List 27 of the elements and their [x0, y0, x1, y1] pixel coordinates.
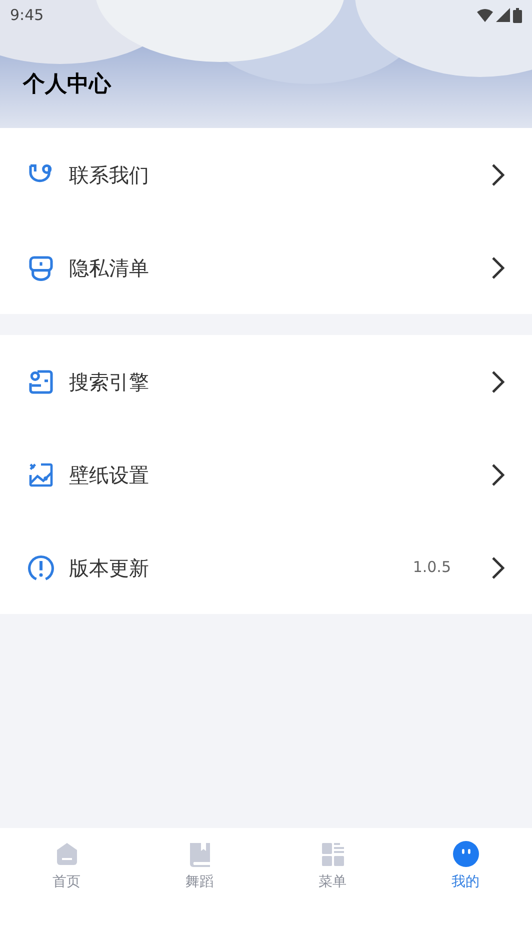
exclamation-circle-icon	[27, 554, 55, 582]
menu-label: 搜索引擎	[69, 368, 150, 396]
chevron-right-icon	[491, 556, 505, 580]
chevron-right-icon	[491, 162, 505, 186]
status-time: 9:45	[10, 4, 44, 26]
menu-item[interactable]: 隐私清单	[0, 221, 532, 314]
menu-item[interactable]: 壁纸设置	[0, 428, 532, 521]
chevron-right-icon	[491, 462, 505, 486]
chevron-right-icon	[491, 370, 505, 394]
menu-label: 壁纸设置	[69, 462, 150, 488]
menu-label: 联系我们	[69, 162, 150, 188]
chevron-right-icon	[491, 256, 505, 280]
nav-tab[interactable]: 我的	[399, 840, 532, 900]
picture-frame-icon	[27, 460, 55, 488]
shield-icon	[27, 254, 55, 282]
signal-icon	[496, 8, 510, 22]
menu-label: 版本更新	[69, 554, 150, 582]
page-title: 个人中心	[23, 74, 112, 96]
menu-item[interactable]: 联系我们	[0, 128, 532, 221]
smiley-face-icon	[452, 840, 480, 868]
menu-label: 隐私清单	[69, 254, 150, 282]
wifi-icon	[477, 8, 493, 22]
menu-item[interactable]: 版本更新 1.0.5	[0, 521, 532, 614]
battery-icon	[513, 8, 522, 22]
menu-item[interactable]: 搜索引擎	[0, 335, 532, 428]
face-card-icon	[27, 368, 55, 396]
version-text: 1.0.5	[412, 557, 451, 578]
